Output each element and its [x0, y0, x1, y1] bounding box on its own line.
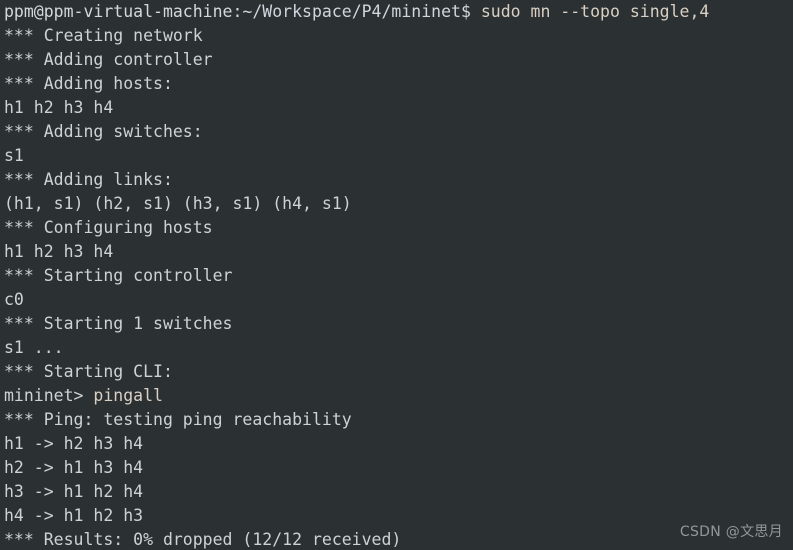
- terminal-line-output: c0: [4, 290, 24, 309]
- prompt-sigil: $: [460, 2, 471, 21]
- terminal-line-output: (h1, s1) (h2, s1) (h3, s1) (h4, s1): [4, 194, 352, 213]
- terminal-line-output: *** Creating network: [4, 26, 203, 45]
- terminal-line-output: h2 -> h1 h3 h4: [4, 458, 144, 477]
- terminal-line-output: *** Ping: testing ping reachability: [4, 410, 352, 429]
- mininet-prompt-command: pingall: [83, 386, 163, 405]
- terminal-line-output: *** Starting CLI:: [4, 362, 173, 381]
- terminal-line-output: *** Starting 1 switches: [4, 314, 233, 333]
- terminal-line-output: h3 -> h1 h2 h4: [4, 482, 144, 501]
- prompt-separator: :: [232, 2, 243, 21]
- terminal-line-output: *** Adding switches:: [4, 122, 203, 141]
- terminal-line-output: *** Adding controller: [4, 50, 213, 69]
- terminal-line-output: *** Adding links:: [4, 170, 173, 189]
- terminal-line-output: h1 -> h2 h3 h4: [4, 434, 144, 453]
- terminal-screen[interactable]: ppm@ppm-virtual-machine:~/Workspace/P4/m…: [4, 0, 793, 550]
- prompt-command: sudo mn --topo single,4: [470, 2, 710, 21]
- prompt-user-host: ppm@ppm-virtual-machine: [4, 2, 233, 21]
- mininet-prompt-label: mininet>: [4, 386, 84, 405]
- terminal-line-output: *** Configuring hosts: [4, 218, 213, 237]
- terminal-line-output: h4 -> h1 h2 h3: [4, 506, 144, 525]
- terminal-window[interactable]: ppm@ppm-virtual-machine:~/Workspace/P4/m…: [0, 0, 793, 550]
- terminal-line-results: *** Results: 0% dropped (12/12 received): [4, 530, 402, 549]
- terminal-line-output: *** Adding hosts:: [4, 74, 173, 93]
- terminal-line-prompt: ppm@ppm-virtual-machine:~/Workspace/P4/m…: [4, 0, 793, 24]
- terminal-line-output: s1 ...: [4, 338, 64, 357]
- terminal-line-output: h1 h2 h3 h4: [4, 242, 114, 261]
- terminal-line-output: *** Starting controller: [4, 266, 233, 285]
- terminal-line-mininet-prompt: mininet> pingall: [4, 384, 793, 408]
- terminal-line-output: h1 h2 h3 h4: [4, 98, 114, 117]
- prompt-path: ~/Workspace/P4/mininet: [242, 2, 461, 21]
- terminal-line-output: s1: [4, 146, 24, 165]
